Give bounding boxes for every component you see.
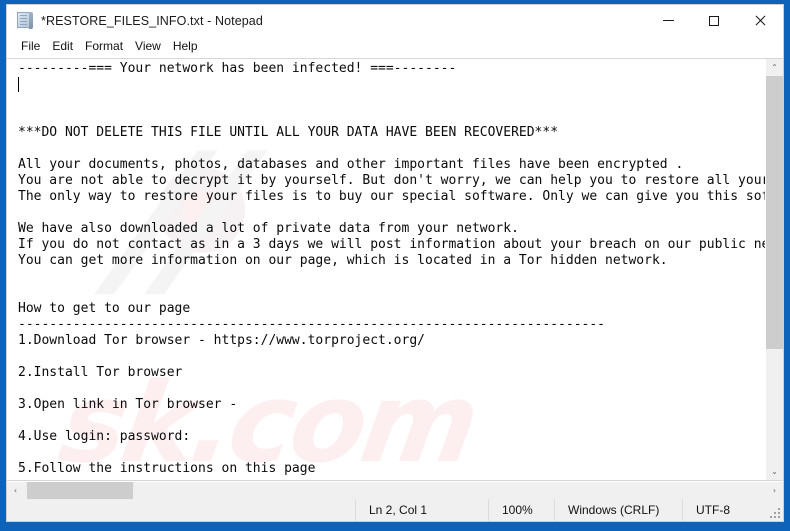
text-line: [18, 349, 765, 365]
window-title: *RESTORE_FILES_INFO.txt - Notepad: [41, 13, 263, 28]
status-zoom-level[interactable]: 100%: [489, 499, 555, 521]
text-line: We have also downloaded a lot of private…: [18, 221, 519, 236]
text-caret: [18, 77, 19, 92]
window-controls: [645, 5, 783, 36]
text-line: [18, 269, 765, 285]
horizontal-scrollbar[interactable]: ‹ ›: [7, 481, 783, 499]
text-line: If you do not contact as in a 3 days we …: [18, 237, 765, 252]
status-bar: Ln 2, Col 1 100% Windows (CRLF) UTF-8: [7, 499, 783, 521]
resize-grip-icon[interactable]: [770, 508, 780, 518]
text-line: All your documents, photos, databases an…: [18, 157, 684, 172]
text-line: ***DO NOT DELETE THIS FILE UNTIL ALL YOU…: [18, 125, 559, 140]
minimize-button[interactable]: [645, 5, 691, 36]
scroll-right-icon[interactable]: ›: [766, 482, 783, 499]
text-line: [18, 93, 765, 109]
text-line: [18, 477, 765, 480]
menu-item-file[interactable]: File: [15, 37, 46, 56]
text-line: 5.Follow the instructions on this page: [18, 461, 316, 476]
text-line: [18, 445, 765, 461]
text-line: How to get to our page: [18, 301, 191, 316]
text-content[interactable]: ---------=== Your network has been infec…: [7, 59, 765, 480]
close-icon: [754, 15, 766, 27]
close-button[interactable]: [737, 5, 783, 36]
text-line: [18, 413, 765, 429]
text-line: [18, 381, 765, 397]
text-line: ----------------------------------------…: [18, 317, 605, 332]
editor-area: // sk.com ---------=== Your network has …: [7, 58, 783, 481]
minimize-icon: [662, 20, 674, 21]
maximize-button[interactable]: [691, 5, 737, 36]
status-line-ending: Windows (CRLF): [555, 499, 683, 521]
status-cursor-position: Ln 2, Col 1: [356, 499, 489, 521]
scroll-left-icon[interactable]: ‹: [7, 482, 24, 499]
title-bar[interactable]: *RESTORE_FILES_INFO.txt - Notepad: [7, 5, 783, 36]
text-line: 2.Install Tor browser: [18, 365, 183, 380]
vertical-scroll-thumb[interactable]: [766, 76, 783, 349]
notepad-icon: [16, 12, 33, 29]
menu-item-view[interactable]: View: [129, 37, 167, 56]
menu-item-edit[interactable]: Edit: [46, 37, 79, 56]
scroll-up-icon[interactable]: ⌃: [766, 59, 783, 76]
menu-item-help[interactable]: Help: [167, 37, 204, 56]
status-encoding: UTF-8: [696, 503, 730, 517]
text-line: 4.Use login: password:: [18, 429, 191, 444]
vertical-scrollbar[interactable]: ⌃ ⌄: [765, 59, 783, 480]
maximize-icon: [709, 15, 719, 26]
text-line: [18, 77, 765, 93]
notepad-window: *RESTORE_FILES_INFO.txt - Notepad File E…: [6, 4, 784, 522]
menu-bar: File Edit Format View Help: [7, 36, 783, 58]
text-line: [18, 109, 765, 125]
text-line: ---------=== Your network has been infec…: [18, 61, 457, 76]
text-line: [18, 141, 765, 157]
text-line: [18, 205, 765, 221]
text-line: 1.Download Tor browser - https://www.tor…: [18, 333, 425, 348]
text-line: You can get more information on our page…: [18, 253, 668, 268]
text-line: 3.Open link in Tor browser -: [18, 397, 245, 412]
text-line: The only way to restore your files is to…: [18, 189, 765, 204]
text-line: [18, 285, 765, 301]
desktop-background: *RESTORE_FILES_INFO.txt - Notepad File E…: [0, 0, 790, 531]
text-editor[interactable]: // sk.com ---------=== Your network has …: [7, 59, 765, 480]
horizontal-scroll-thumb[interactable]: [27, 482, 133, 499]
scroll-down-icon[interactable]: ⌄: [766, 463, 783, 480]
text-line: You are not able to decrypt it by yourse…: [18, 173, 765, 188]
status-bar-spacer: [7, 499, 356, 521]
menu-item-format[interactable]: Format: [79, 37, 129, 56]
